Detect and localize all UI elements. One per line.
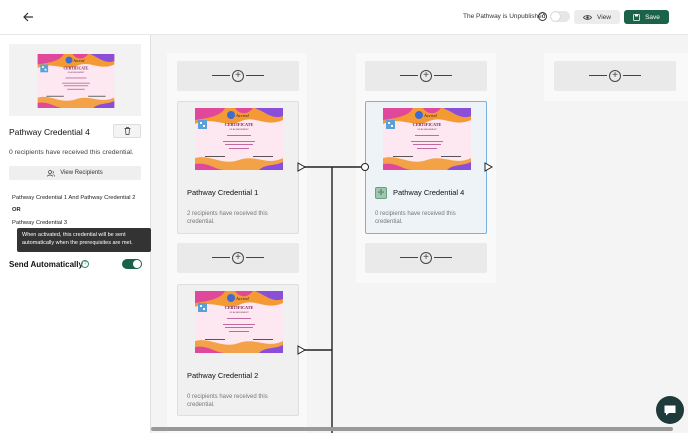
pathway-connectors <box>297 162 494 433</box>
help-icon[interactable]: ? <box>81 260 89 268</box>
help-icon[interactable]: ? <box>538 12 547 21</box>
chat-icon <box>664 405 676 415</box>
send-automatically-label: Send Automatically <box>9 260 83 269</box>
pathway-canvas[interactable]: + + + + + Pathway Credential 1 2 recipie… <box>151 35 688 433</box>
save-button-label: Save <box>645 13 660 21</box>
view-recipients-button[interactable]: View Recipients <box>9 166 141 180</box>
prerequisite-line: Pathway Credential 1 And Pathway Credent… <box>12 195 136 201</box>
prerequisite-line: Pathway Credential 3 <box>12 220 68 226</box>
save-button[interactable]: Save <box>624 10 669 24</box>
toggle-knob <box>133 260 141 268</box>
top-bar: The Pathway is Unpublished ? View Save <box>0 0 688 35</box>
horizontal-scrollbar[interactable] <box>151 427 673 431</box>
trash-icon <box>124 127 130 135</box>
view-recipients-label: View Recipients <box>60 170 103 176</box>
recipients-count-text: 0 recipients have received this credenti… <box>9 149 134 156</box>
certificate-preview-image <box>37 54 115 108</box>
toggle-knob <box>551 12 560 21</box>
users-icon <box>47 169 56 177</box>
send-auto-tooltip: When activated, this credential will be … <box>17 228 151 252</box>
credential-detail-panel: Pathway Credential 4 0 recipients have r… <box>0 35 151 433</box>
prerequisite-operator: OR <box>12 207 21 213</box>
publish-toggle[interactable] <box>550 11 570 22</box>
credential-title: Pathway Credential 4 <box>9 127 90 137</box>
delete-button[interactable] <box>113 124 141 138</box>
save-icon <box>633 13 640 21</box>
credential-preview <box>9 44 141 116</box>
eye-icon <box>583 14 592 20</box>
publish-status-text: The Pathway is Unpublished <box>463 13 546 20</box>
chat-button[interactable] <box>656 396 684 424</box>
view-button-label: View <box>597 13 611 21</box>
view-button[interactable]: View <box>574 10 620 24</box>
send-automatically-toggle[interactable] <box>122 259 142 269</box>
back-arrow-icon[interactable] <box>20 9 36 25</box>
